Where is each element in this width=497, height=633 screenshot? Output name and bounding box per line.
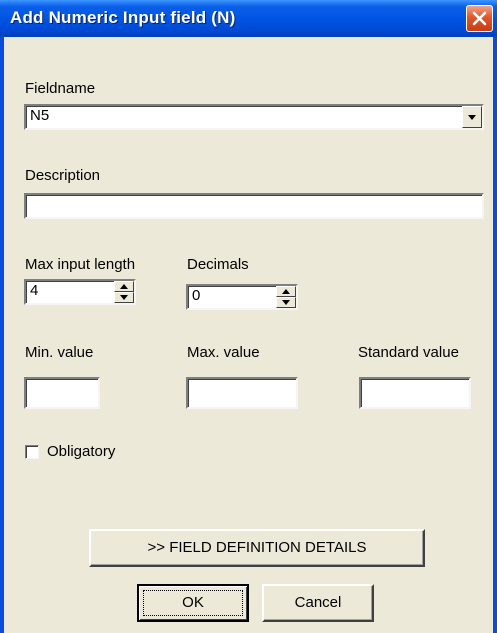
window-frame-left [0, 37, 4, 633]
spin-down-icon [120, 295, 128, 300]
spin-up-icon [120, 284, 128, 289]
decimals-value: 0 [192, 287, 201, 304]
decimals-spinbox[interactable]: 0 [186, 284, 298, 310]
obligatory-label[interactable]: Obligatory [47, 443, 115, 460]
max-input-length-spin-down[interactable] [114, 292, 134, 303]
obligatory-checkbox[interactable] [25, 445, 39, 459]
fieldname-combobox[interactable]: N5 [24, 104, 484, 130]
close-button[interactable] [466, 5, 493, 32]
spin-up-icon [282, 289, 290, 294]
field-definition-details-button[interactable]: >> FIELD DEFINITION DETAILS [89, 529, 425, 567]
field-definition-details-label: >> FIELD DEFINITION DETAILS [147, 539, 367, 556]
max-value-input[interactable] [186, 377, 298, 409]
standard-value-input[interactable] [359, 377, 471, 409]
cancel-button-label: Cancel [294, 594, 342, 611]
max-input-length-spin-up[interactable] [114, 281, 134, 292]
window-title: Add Numeric Input field (N) [10, 8, 236, 27]
spin-down-icon [282, 300, 290, 305]
chevron-down-icon [468, 115, 476, 120]
description-input[interactable] [24, 193, 484, 219]
ok-button[interactable]: OK [137, 584, 249, 622]
focus-rectangle [143, 590, 243, 616]
max-input-length-label: Max input length [25, 256, 136, 273]
max-input-length-spinbox[interactable]: 4 [24, 279, 136, 305]
window-frame-right [493, 37, 497, 633]
max-input-length-value: 4 [30, 282, 39, 299]
decimals-spin-down[interactable] [276, 297, 296, 308]
close-icon [472, 11, 487, 26]
min-value-input[interactable] [24, 377, 100, 409]
max-value-label: Max. value [187, 344, 260, 361]
decimals-label: Decimals [187, 256, 249, 273]
cancel-button[interactable]: Cancel [262, 584, 374, 622]
description-label: Description [25, 167, 101, 184]
decimals-spin-up[interactable] [276, 286, 296, 297]
fieldname-dropdown-button[interactable] [462, 106, 482, 128]
title-bar[interactable]: Add Numeric Input field (N) [0, 0, 497, 37]
min-value-label: Min. value [25, 344, 94, 361]
standard-value-label: Standard value [358, 344, 459, 361]
fieldname-label: Fieldname [25, 80, 96, 97]
fieldname-value: N5 [30, 107, 50, 124]
